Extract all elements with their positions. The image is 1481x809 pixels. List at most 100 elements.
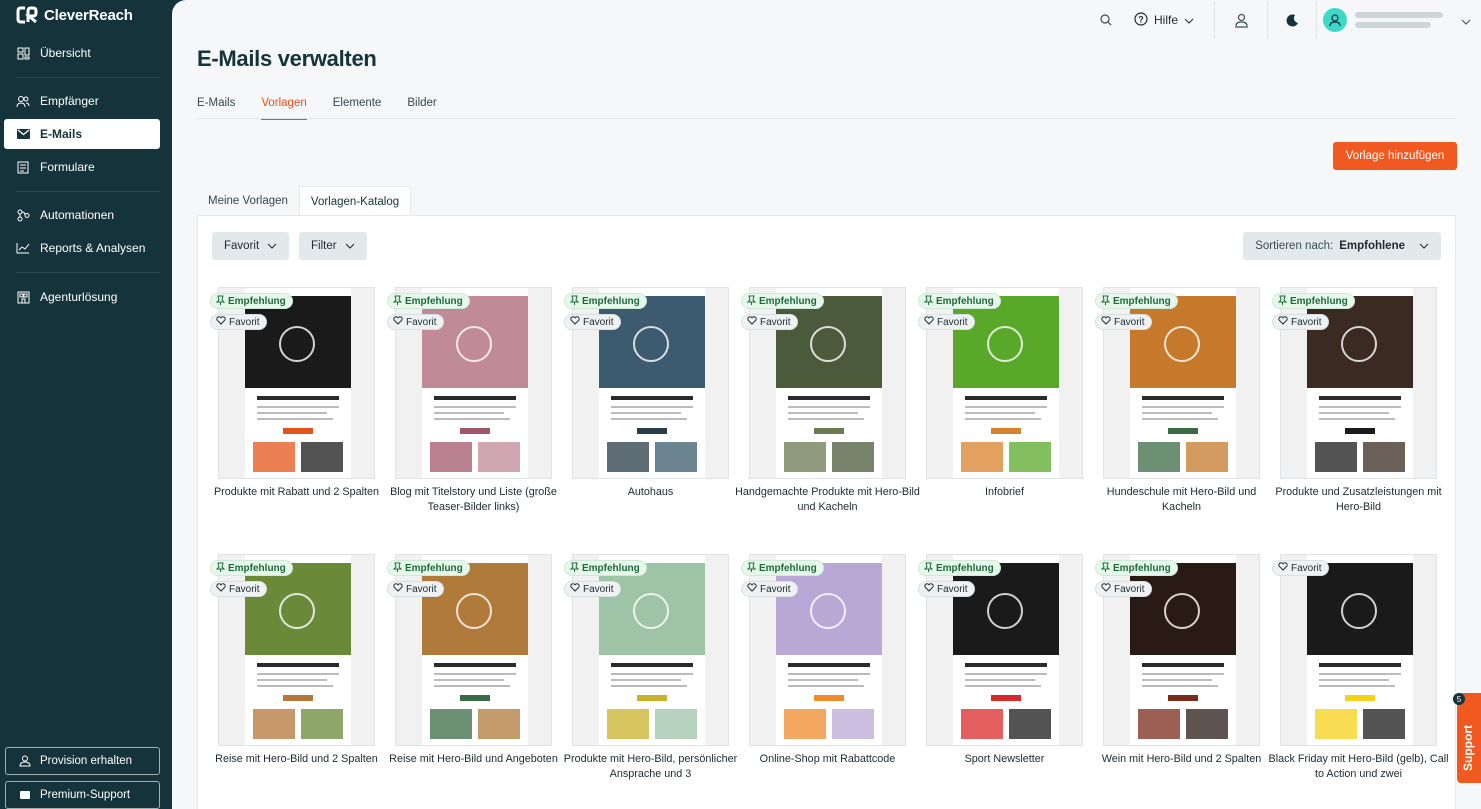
recommended-label: Empfehlung	[759, 295, 817, 307]
help-label: Hilfe	[1153, 13, 1178, 27]
recommended-badge: Empfehlung	[1095, 560, 1178, 576]
tab-images[interactable]: Bilder	[407, 90, 436, 120]
template-title[interactable]: Reise mit Hero-Bild und Angeboten	[381, 752, 566, 767]
template-title[interactable]: Black Friday mit Hero-Bild (gelb), Call …	[1266, 752, 1451, 782]
pin-icon	[569, 562, 580, 575]
template-title[interactable]: Wein mit Hero-Bild und 2 Spalten	[1089, 752, 1274, 767]
favorite-toggle[interactable]: Favorit	[741, 581, 798, 597]
tab-emails[interactable]: E-Mails	[197, 90, 235, 120]
favorite-label: Favorit	[760, 316, 791, 328]
template-title[interactable]: Produkte mit Hero-Bild, persönlicher Ans…	[558, 752, 743, 782]
dark-mode-icon[interactable]	[1284, 12, 1300, 28]
pin-icon	[392, 295, 403, 308]
template-title[interactable]: Produkte mit Rabatt und 2 Spalten	[204, 485, 389, 500]
favorite-toggle[interactable]: Favorit	[564, 581, 621, 597]
recommended-badge: Empfehlung	[918, 560, 1001, 576]
favorite-toggle[interactable]: Favorit	[918, 314, 975, 330]
favorite-label: Favorit	[1291, 562, 1322, 574]
sidebar-item-forms[interactable]: Formulare	[4, 152, 160, 182]
tab-templates[interactable]: Vorlagen	[261, 90, 307, 120]
pin-icon	[1277, 295, 1288, 308]
premium-support-button[interactable]: Premium-Support	[5, 781, 160, 809]
sidebar-item-emails[interactable]: E-Mails	[4, 119, 160, 149]
recommended-badge: Empfehlung	[564, 560, 647, 576]
account-switch-icon[interactable]	[1233, 12, 1249, 28]
favorite-label: Favorit	[1291, 316, 1322, 328]
sidebar-item-label: Agenturlösung	[40, 290, 118, 304]
sidebar-item-reports[interactable]: Reports & Analysen	[4, 233, 160, 263]
support-label: Support	[1461, 725, 1475, 771]
app-logo[interactable]: CleverReach	[16, 6, 133, 24]
heart-icon	[1278, 316, 1288, 328]
filter-button[interactable]: Filter	[299, 232, 367, 260]
template-title[interactable]: Online-Shop mit Rabattcode	[735, 752, 920, 767]
template-title[interactable]: Autohaus	[558, 485, 743, 500]
sidebar-item-label: E-Mails	[40, 127, 83, 141]
user-menu[interactable]	[1323, 8, 1471, 32]
support-widget[interactable]: 5 Support	[1453, 693, 1481, 783]
subtab-template-catalog[interactable]: Vorlagen-Katalog	[298, 186, 412, 216]
favorite-toggle[interactable]: Favorit	[918, 581, 975, 597]
favorite-toggle[interactable]: Favorit	[387, 581, 444, 597]
template-preview	[1307, 555, 1413, 745]
template-title[interactable]: Hundeschule mit Hero-Bild und Kacheln	[1089, 485, 1274, 515]
template-title[interactable]: Sport Newsletter	[912, 752, 1097, 767]
heart-icon	[393, 583, 403, 595]
sidebar-item-overview[interactable]: Übersicht	[4, 38, 160, 68]
provision-button[interactable]: Provision erhalten	[5, 747, 160, 775]
favorite-toggle[interactable]: Favorit	[387, 314, 444, 330]
tab-elements[interactable]: Elemente	[333, 90, 382, 120]
template-title[interactable]: Handgemachte Produkte mit Hero-Bild und …	[735, 485, 920, 515]
template-title[interactable]: Infobrief	[912, 485, 1097, 500]
pin-icon	[746, 562, 757, 575]
sort-dropdown[interactable]: Sortieren nach: Empfohlene	[1243, 232, 1441, 260]
favorite-label: Favorit	[1114, 316, 1145, 328]
help-menu[interactable]: ? Hilfe	[1134, 11, 1194, 29]
template-catalog-panel: Favorit Filter Sortieren nach: Empfohlen…	[197, 215, 1456, 809]
provision-label: Provision erhalten	[40, 755, 133, 767]
pin-icon	[923, 295, 934, 308]
favorite-label: Favorit	[406, 316, 437, 328]
sidebar-item-label: Empfänger	[40, 94, 99, 108]
users-icon	[16, 94, 30, 108]
sidebar-item-recipients[interactable]: Empfänger	[4, 86, 160, 116]
recommended-label: Empfehlung	[582, 295, 640, 307]
chevron-down-icon	[1184, 13, 1194, 27]
sort-value: Empfohlene	[1339, 240, 1405, 252]
sidebar-item-automations[interactable]: Automationen	[4, 200, 160, 230]
cleverreach-logo-icon	[16, 6, 38, 24]
recommended-label: Empfehlung	[936, 295, 994, 307]
recommended-badge: Empfehlung	[1095, 293, 1178, 309]
template-title[interactable]: Reise mit Hero-Bild und 2 Spalten	[204, 752, 389, 767]
recommended-label: Empfehlung	[228, 562, 286, 574]
favorite-toggle[interactable]: Favorit	[210, 314, 267, 330]
filter-label: Filter	[311, 240, 337, 252]
favorite-filter-button[interactable]: Favorit	[212, 232, 290, 260]
favorite-toggle[interactable]: Favorit	[564, 314, 621, 330]
favorite-toggle[interactable]: Favorit	[1095, 581, 1152, 597]
favorite-label: Favorit	[760, 583, 791, 595]
favorite-toggle[interactable]: Favorit	[741, 314, 798, 330]
template-thumbnail[interactable]	[1280, 554, 1437, 746]
pin-icon	[746, 295, 757, 308]
svg-text:?: ?	[1138, 14, 1144, 24]
recommended-badge: Empfehlung	[210, 293, 293, 309]
main-content: ? Hilfe E-Mails verwalten E-Mails Vorlag…	[172, 0, 1481, 809]
add-template-button[interactable]: Vorlage hinzufügen	[1333, 142, 1457, 170]
sidebar-item-label: Formulare	[40, 160, 95, 174]
search-icon[interactable]	[1098, 12, 1114, 28]
template-title[interactable]: Blog mit Titelstory und Liste (große Tea…	[381, 485, 566, 515]
favorite-filter-label: Favorit	[224, 240, 260, 252]
subtab-my-templates[interactable]: Meine Vorlagen	[197, 186, 299, 216]
recommended-badge: Empfehlung	[918, 293, 1001, 309]
favorite-toggle[interactable]: Favorit	[1272, 560, 1329, 576]
favorite-toggle[interactable]: Favorit	[210, 581, 267, 597]
favorite-toggle[interactable]: Favorit	[1272, 314, 1329, 330]
user-info-redacted	[1355, 12, 1443, 28]
topbar: ? Hilfe	[1098, 0, 1481, 40]
sidebar-item-agency[interactable]: Agenturlösung	[4, 282, 160, 312]
template-title[interactable]: Produkte und Zusatzleistungen mit Hero-B…	[1266, 485, 1451, 515]
mail-icon	[16, 127, 30, 141]
favorite-toggle[interactable]: Favorit	[1095, 314, 1152, 330]
premium-support-label: Premium-Support	[40, 789, 131, 801]
